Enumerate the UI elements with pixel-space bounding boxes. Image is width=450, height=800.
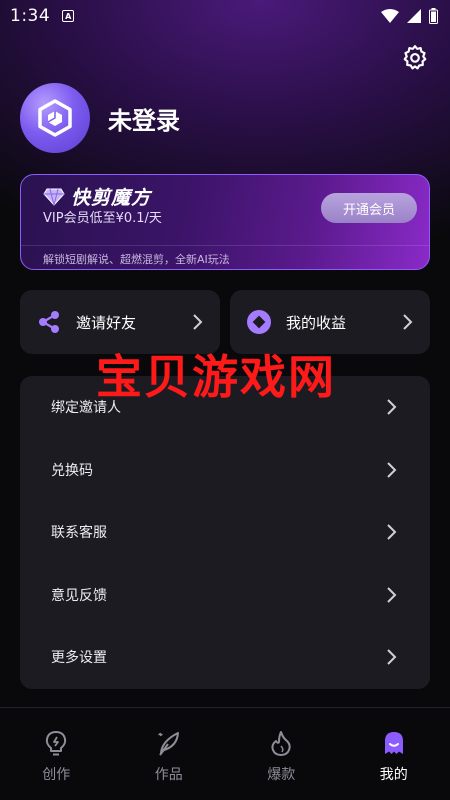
chevron-right-icon	[193, 314, 203, 330]
menu-item-redeem-code[interactable]: 兑换码	[20, 439, 430, 502]
chevron-right-icon	[387, 649, 397, 665]
ghost-icon	[384, 732, 403, 754]
feather-icon	[158, 732, 179, 756]
menu-item-label: 联系客服	[51, 525, 107, 542]
flame-icon	[271, 731, 291, 756]
chevron-right-icon	[387, 462, 397, 478]
bulb-icon	[46, 731, 67, 756]
tab-label: 爆款	[267, 767, 296, 783]
gear-icon	[403, 45, 427, 70]
signal-icon	[407, 9, 421, 23]
vip-description: 解锁短剧解说、超燃混剪，全新AI玩法	[43, 253, 230, 266]
menu-item-label: 意见反馈	[51, 587, 107, 604]
settings-button[interactable]	[400, 42, 430, 72]
menu-item-contact-support[interactable]: 联系客服	[20, 501, 430, 564]
chevron-right-icon	[387, 587, 397, 603]
tab-label: 我的	[379, 767, 408, 783]
vip-brand-label: 快剪魔方	[71, 187, 152, 209]
vip-brand: 快剪魔方	[43, 183, 151, 210]
menu-item-more-settings[interactable]: 更多设置	[20, 626, 430, 689]
my-earnings-label: 我的收益	[286, 313, 347, 332]
invite-friends-label: 邀请好友	[76, 313, 137, 332]
menu-item-label: 兑换码	[51, 462, 93, 479]
chevron-right-icon	[387, 399, 397, 415]
vip-card[interactable]: 快剪魔方 VIP会员低至¥0.1/天 开通会员 解锁短剧解说、超燃混剪，全新AI…	[20, 174, 430, 270]
menu-item-feedback[interactable]: 意见反馈	[20, 564, 430, 627]
chevron-right-icon	[403, 314, 413, 330]
tabbar-divider	[0, 707, 450, 708]
vip-price-text: VIP会员低至¥0.1/天	[43, 211, 162, 226]
tab-mine[interactable]: 我的	[338, 716, 450, 800]
battery-icon	[429, 8, 438, 24]
diamond-icon	[43, 188, 65, 206]
cube-logo-icon	[38, 99, 72, 137]
bottom-tab-bar: 创作 作品 爆款 我的	[0, 716, 450, 800]
chevron-right-icon	[387, 524, 397, 540]
coin-icon	[247, 310, 271, 334]
tab-label: 作品	[154, 767, 183, 783]
vip-divider	[21, 245, 429, 246]
tab-label: 创作	[42, 767, 71, 783]
tab-works[interactable]: 作品	[113, 716, 226, 800]
tab-create[interactable]: 创作	[0, 716, 113, 800]
notification-a-icon: A	[62, 10, 75, 22]
username[interactable]: 未登录	[108, 101, 180, 136]
profile-header[interactable]: 未登录	[20, 83, 180, 153]
avatar[interactable]	[20, 83, 90, 153]
menu-list: 绑定邀请人 兑换码 联系客服 意见反馈 更多设置	[20, 376, 430, 689]
menu-item-label: 更多设置	[51, 650, 107, 667]
share-icon	[39, 311, 59, 333]
status-bar: 1:34 A	[0, 0, 450, 32]
open-vip-button[interactable]: 开通会员	[321, 193, 417, 223]
wifi-icon	[381, 9, 399, 23]
tab-trending[interactable]: 爆款	[225, 716, 338, 800]
watermark-text: 宝贝游戏网	[96, 350, 336, 404]
status-time: 1:34	[10, 6, 51, 26]
